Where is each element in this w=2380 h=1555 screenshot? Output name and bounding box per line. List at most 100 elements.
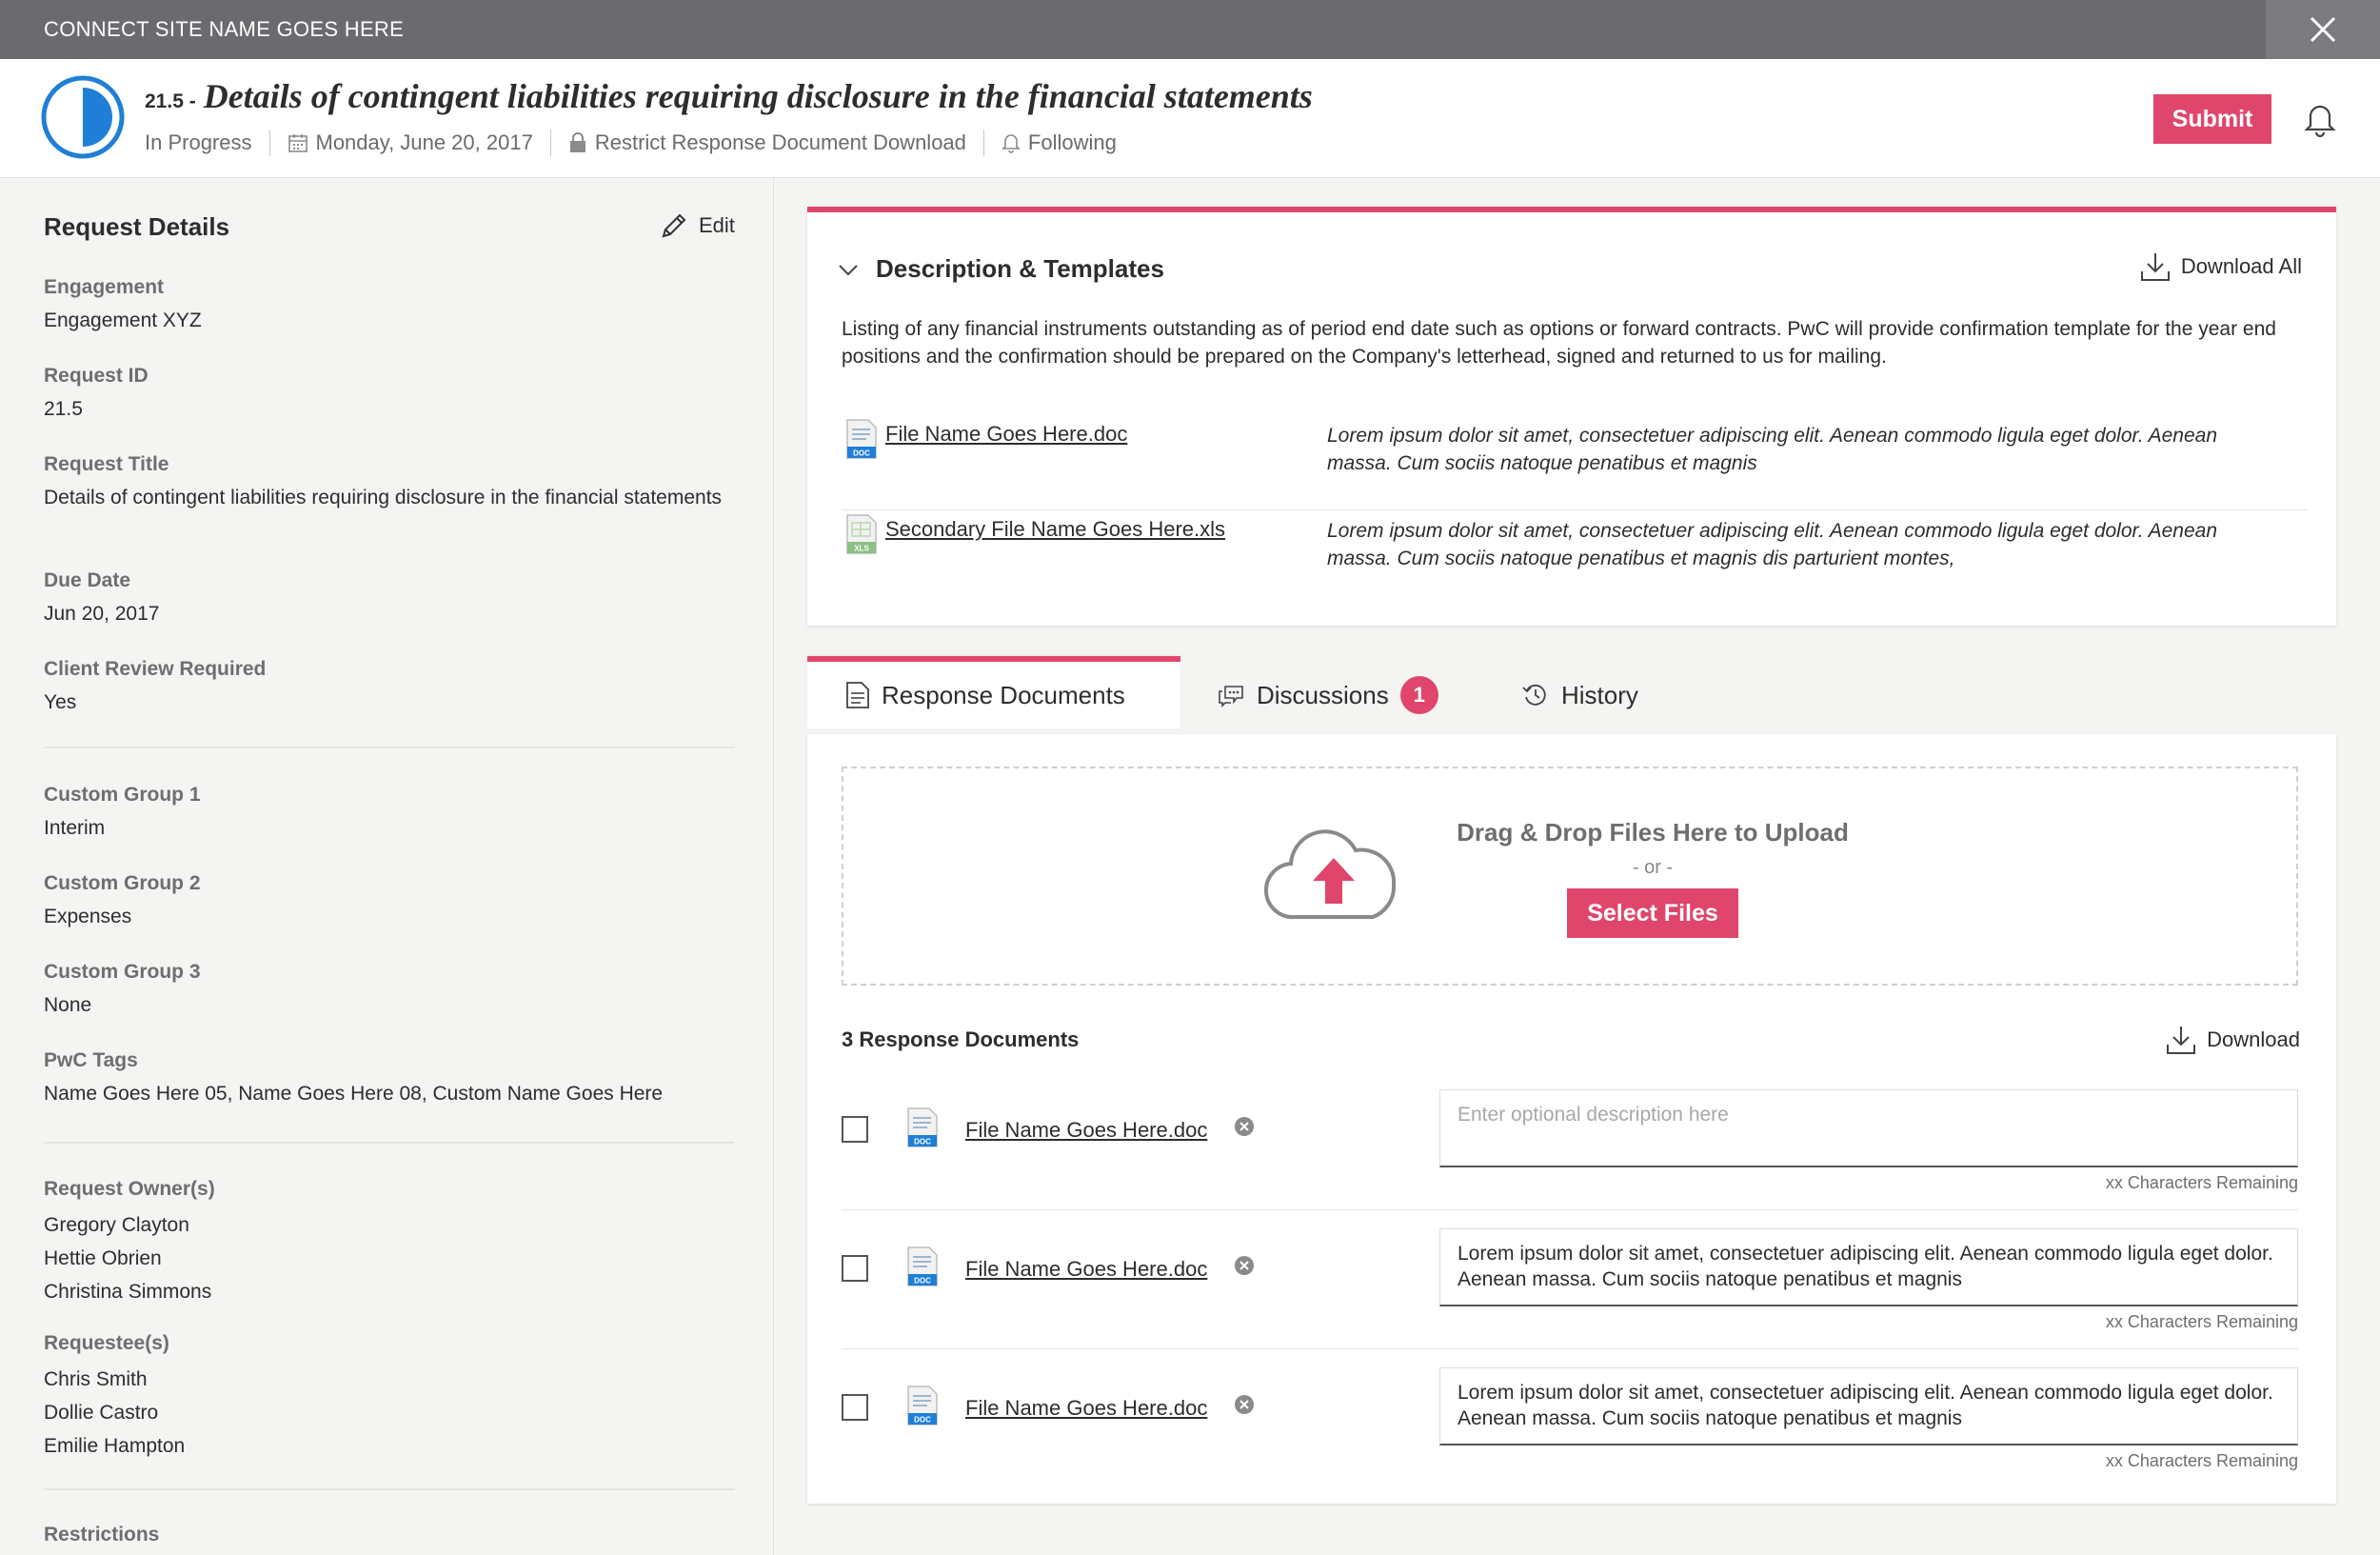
download-icon (2140, 253, 2170, 281)
remove-icon[interactable] (1234, 1394, 1255, 1420)
field-restrictions: Restrictions (44, 1524, 729, 1554)
template-description: Lorem ipsum dolor sit amet, consectetuer… (1327, 520, 2218, 569)
description-templates-card: Description & Templates Download All Lis… (807, 207, 2336, 626)
template-file-link[interactable]: Secondary File Name Goes Here.xls (885, 517, 1225, 542)
submit-button[interactable]: Submit (2153, 94, 2271, 144)
requestee-name: Emilie Hampton (44, 1435, 186, 1457)
tab-response-documents[interactable]: Response Documents (807, 656, 1180, 728)
remove-icon[interactable] (1234, 1116, 1255, 1142)
field-requestees: Requestee(s) Chris Smith Dollie Castro E… (44, 1332, 729, 1463)
row-divider (842, 1348, 2298, 1349)
select-files-button[interactable]: Select Files (1567, 888, 1738, 938)
owner-name: Christina Simmons (44, 1281, 212, 1303)
meta-divider (549, 130, 551, 156)
restrict-download-text[interactable]: Restrict Response Document Download (595, 130, 966, 155)
document-file-link[interactable]: File Name Goes Here.doc (965, 1396, 1207, 1421)
field-request-owners: Request Owner(s) Gregory Clayton Hettie … (44, 1178, 729, 1308)
upload-drop-zone[interactable]: Drag & Drop Files Here to Upload - or - … (842, 767, 2298, 986)
upload-or: - or - (1632, 857, 1674, 878)
field-pwc-tags: PwC Tags Name Goes Here 05, Name Goes He… (44, 1049, 729, 1107)
document-checkbox[interactable] (842, 1116, 868, 1143)
doc-file-icon: DOC (845, 418, 878, 465)
template-description: Lorem ipsum dolor sit amet, consectetuer… (1327, 425, 2218, 474)
field-custom-group-3: Custom Group 3 None (44, 961, 729, 1019)
document-description-input[interactable]: Lorem ipsum dolor sit amet, consectetuer… (1439, 1367, 2298, 1445)
field-label: Engagement (44, 276, 165, 298)
edit-label: Edit (699, 213, 735, 237)
edit-button[interactable]: Edit (659, 210, 735, 241)
field-request-title: Request Title Details of contingent liab… (44, 453, 729, 511)
tab-history[interactable]: History (1521, 656, 1638, 734)
due-date-text: Monday, June 20, 2017 (315, 130, 533, 154)
bell-icon[interactable] (2304, 101, 2336, 142)
top-bar: CONNECT SITE NAME GOES HERE (0, 0, 2380, 59)
response-documents-card: Drag & Drop Files Here to Upload - or - … (807, 734, 2336, 1504)
field-value: None (44, 994, 92, 1016)
field-value: Gregory Clayton Hettie Obrien Christina … (44, 1208, 729, 1308)
requestee-name: Dollie Castro (44, 1402, 159, 1424)
close-button[interactable] (2266, 0, 2380, 59)
owner-name: Hettie Obrien (44, 1247, 162, 1269)
characters-remaining: xx Characters Remaining (2105, 1312, 2298, 1331)
template-file-link[interactable]: File Name Goes Here.doc (885, 422, 1127, 447)
tab-label: Discussions (1257, 680, 1389, 709)
field-value: Interim (44, 817, 106, 839)
template-row: XLS Secondary File Name Goes Here.xls Lo… (842, 511, 2308, 597)
request-title: Details of contingent liabilities requir… (203, 77, 1313, 115)
sidebar-title: Request Details (44, 212, 230, 241)
row-divider (842, 1209, 2298, 1210)
field-value: Engagement XYZ (44, 309, 202, 331)
cloud-upload-icon (1264, 829, 1397, 920)
field-label: Custom Group 1 (44, 784, 201, 806)
document-icon (846, 682, 869, 708)
field-value: Chris Smith Dollie Castro Emilie Hampton (44, 1363, 729, 1463)
document-file-link[interactable]: File Name Goes Here.doc (965, 1118, 1207, 1143)
field-label: Custom Group 3 (44, 961, 201, 983)
field-value: 21.5 (44, 398, 83, 420)
chevron-down-icon[interactable] (838, 264, 859, 282)
download-all-button[interactable]: Download All (2139, 250, 2302, 283)
field-label: Restrictions (44, 1524, 160, 1545)
field-label: Custom Group 2 (44, 872, 201, 894)
field-value: Jun 20, 2017 (44, 603, 160, 625)
following-toggle[interactable]: Following (1028, 130, 1117, 155)
document-description-input[interactable] (1439, 1089, 2298, 1167)
request-meta: In Progress Monday, June 20, 2017 Restri… (145, 130, 1117, 156)
remove-icon[interactable] (1234, 1255, 1255, 1281)
xls-file-icon: XLS (845, 513, 878, 560)
status-text: In Progress (145, 130, 252, 154)
tab-label: History (1561, 680, 1638, 709)
sidebar-divider (44, 1488, 735, 1490)
request-details-sidebar: Request Details Edit Engagement Engageme… (0, 178, 774, 1555)
template-divider (842, 509, 2308, 510)
field-engagement: Engagement Engagement XYZ (44, 276, 729, 334)
description-title: Description & Templates (876, 254, 1164, 283)
description-text: Listing of any financial instruments out… (842, 318, 2276, 368)
tab-discussions[interactable]: Discussions 1 (1217, 656, 1438, 734)
document-checkbox[interactable] (842, 1255, 868, 1282)
doc-file-icon: DOC (906, 1385, 939, 1431)
request-number: 21.5 - (145, 90, 196, 112)
characters-remaining: xx Characters Remaining (2105, 1451, 2298, 1470)
response-document-row: DOC File Name Goes Here.doc Lorem ipsum … (842, 1367, 2298, 1506)
field-label: Request Owner(s) (44, 1178, 215, 1200)
download-all-label: Download All (2180, 254, 2302, 278)
field-value: Name Goes Here 05, Name Goes Here 08, Cu… (44, 1083, 664, 1105)
discussions-count-badge: 1 (1399, 676, 1438, 714)
response-documents-count: 3 Response Documents (842, 1027, 1080, 1051)
document-description-input[interactable]: Lorem ipsum dolor sit amet, consectetuer… (1439, 1228, 2298, 1306)
svg-text:DOC: DOC (914, 1416, 931, 1425)
field-label: Request Title (44, 453, 169, 475)
download-button[interactable]: Download (2165, 1024, 2300, 1056)
field-request-id: Request ID 21.5 (44, 365, 729, 423)
document-checkbox[interactable] (842, 1394, 868, 1421)
field-due-date: Due Date Jun 20, 2017 (44, 569, 729, 628)
field-value: Yes (44, 691, 77, 713)
svg-text:DOC: DOC (853, 449, 870, 458)
field-label: Requestee(s) (44, 1332, 169, 1354)
close-icon (2310, 16, 2336, 43)
characters-remaining: xx Characters Remaining (2105, 1173, 2298, 1192)
document-file-link[interactable]: File Name Goes Here.doc (965, 1257, 1207, 1282)
bell-small-icon (1001, 132, 1021, 153)
field-client-review: Client Review Required Yes (44, 658, 729, 716)
